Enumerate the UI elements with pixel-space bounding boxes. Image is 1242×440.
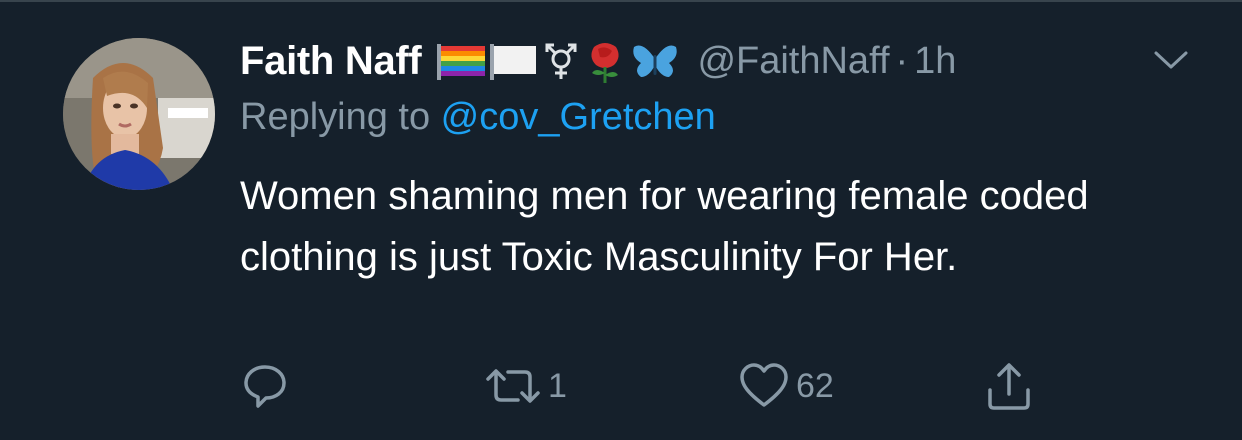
display-name[interactable]: Faith Naff xyxy=(240,39,422,84)
tweet-header: Faith Naff @FaithNaff · 1h xyxy=(240,36,956,86)
retweet-icon xyxy=(484,361,542,411)
reply-bubble-icon xyxy=(240,361,290,411)
retweet-count: 1 xyxy=(548,366,567,405)
rainbow-flag-icon xyxy=(437,42,486,80)
retweet-button[interactable]: 1 xyxy=(484,356,567,416)
reply-mention-link[interactable]: @cov_Gretchen xyxy=(441,96,716,138)
white-flag-icon xyxy=(490,42,538,80)
tweet-text: Women shaming men for wearing female cod… xyxy=(240,174,1089,279)
rose-icon xyxy=(584,39,626,83)
avatar-photo xyxy=(63,38,215,190)
like-button[interactable]: 62 xyxy=(738,356,834,416)
replying-to-line: Replying to @cov_Gretchen xyxy=(240,96,716,139)
reply-button[interactable] xyxy=(240,356,290,416)
transgender-symbol-icon xyxy=(543,41,579,81)
heart-icon xyxy=(738,361,790,411)
avatar[interactable] xyxy=(63,38,215,190)
top-divider xyxy=(0,0,1242,2)
profile-badges xyxy=(437,39,679,83)
like-count: 62 xyxy=(796,366,834,405)
timestamp[interactable]: 1h xyxy=(914,40,956,83)
share-icon xyxy=(984,360,1034,412)
butterfly-icon xyxy=(631,41,679,81)
separator-dot: · xyxy=(895,39,909,82)
replying-to-prefix: Replying to xyxy=(240,96,441,138)
chevron-down-icon[interactable] xyxy=(1152,48,1190,72)
user-handle[interactable]: @FaithNaff xyxy=(697,40,889,83)
share-button[interactable] xyxy=(984,356,1034,416)
tweet-actions: 1 62 xyxy=(0,356,1242,416)
